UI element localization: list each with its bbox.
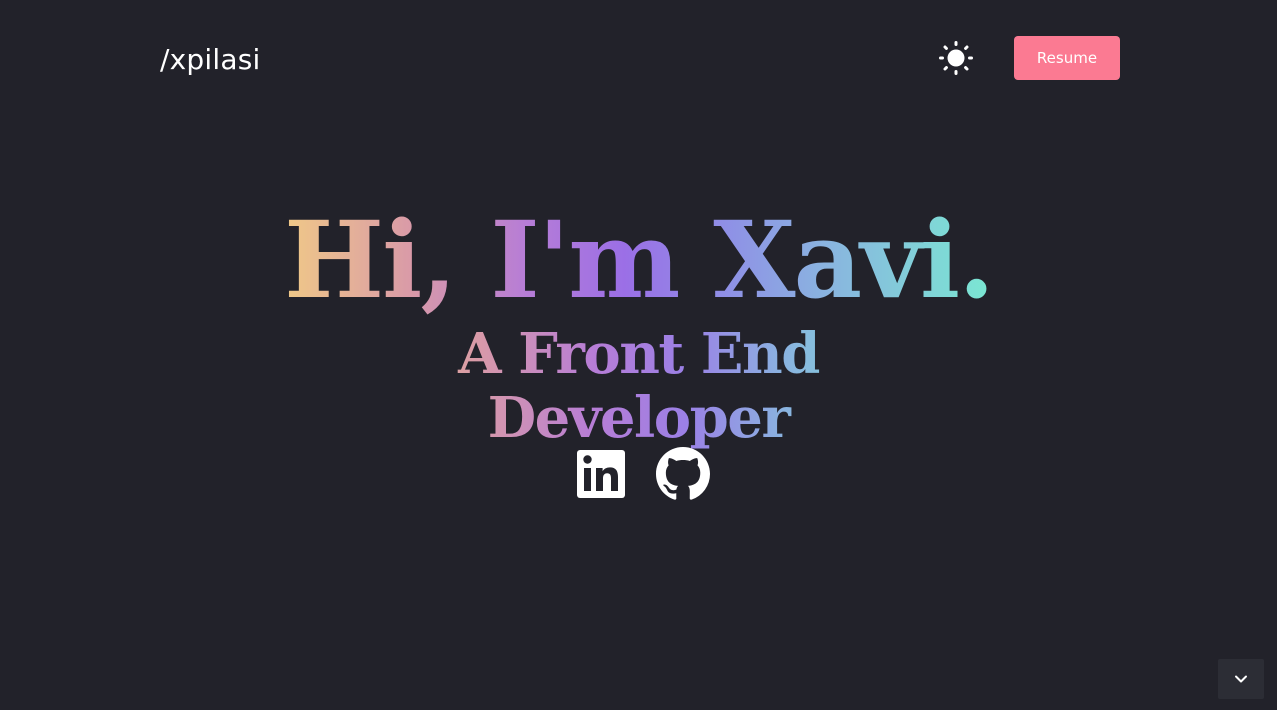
linkedin-link[interactable] (574, 446, 628, 502)
resume-button[interactable]: Resume (1014, 36, 1120, 80)
scroll-down-button[interactable] (1218, 659, 1264, 699)
linkedin-icon (577, 450, 625, 498)
chevron-down-icon (1235, 675, 1247, 683)
github-link[interactable] (656, 446, 710, 502)
hero-subheadline: A Front End Developer (349, 322, 929, 450)
social-links (574, 446, 710, 502)
hero-section: Hi, I'm Xavi. A Front End Developer (0, 190, 1277, 450)
sun-icon (939, 41, 973, 75)
theme-toggle-button[interactable] (936, 38, 976, 78)
hero-headline: Hi, I'm Xavi. (284, 190, 995, 330)
github-icon (656, 447, 710, 500)
page: /xpilasi Resume Hi, I'm Xavi. A Front En… (0, 0, 1277, 710)
site-logo[interactable]: /xpilasi (160, 40, 260, 80)
